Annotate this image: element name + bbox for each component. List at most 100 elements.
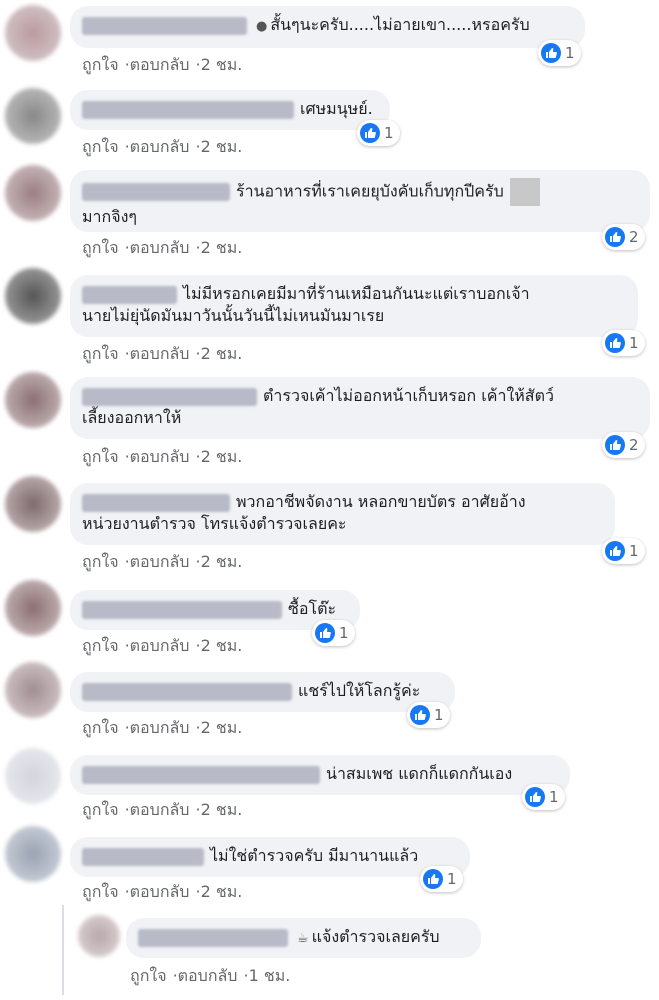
comment-text: สั้นๆนะครับ.....ไม่อายเขา.....หรอครับ: [270, 15, 530, 34]
avatar[interactable]: [5, 165, 61, 221]
reply-button[interactable]: ตอบกลับ: [130, 882, 190, 901]
like-button[interactable]: ถูกใจ: [82, 238, 119, 257]
reaction-count[interactable]: 1: [522, 784, 565, 810]
reaction-count[interactable]: 1: [602, 538, 645, 564]
like-reaction-icon: [605, 227, 625, 247]
avatar[interactable]: [5, 268, 61, 324]
commenter-name-redacted[interactable]: [82, 600, 282, 619]
reply-button[interactable]: ตอบกลับ: [130, 552, 190, 571]
reply-button[interactable]: ตอบกลับ: [130, 238, 190, 257]
reaction-count[interactable]: 1: [538, 40, 581, 66]
comment-timestamp[interactable]: 2 ชม.: [201, 552, 243, 571]
commenter-name-redacted[interactable]: [82, 493, 230, 512]
comment-bubble: ตำรวจเค้าไม่ออกหน้าเก็บหรอก เค้าให้สัตว์…: [70, 377, 650, 439]
reply-button[interactable]: ตอบกลับ: [130, 137, 190, 156]
comment-actions: ถูกใจ ·ตอบกลับ ·2 ชม.: [82, 716, 242, 741]
avatar[interactable]: [5, 580, 61, 636]
like-button[interactable]: ถูกใจ: [82, 447, 119, 466]
like-button[interactable]: ถูกใจ: [82, 344, 119, 363]
like-reaction-icon: [410, 705, 430, 725]
like-reaction-icon: [315, 623, 335, 643]
redacted-image-block: [509, 178, 540, 206]
comment-text: ไม่ใช่ตำรวจครับ มีมานานแล้ว: [210, 846, 419, 865]
comment-actions: ถูกใจ ·ตอบกลับ ·2 ชม.: [82, 236, 242, 261]
reaction-count-number: 1: [447, 870, 457, 888]
like-reaction-icon: [423, 869, 443, 889]
like-button[interactable]: ถูกใจ: [82, 800, 119, 819]
comment-timestamp[interactable]: 2 ชม.: [201, 137, 243, 156]
comment-text: เศษมนุษย์.: [300, 99, 373, 118]
reaction-count[interactable]: 1: [407, 702, 450, 728]
commenter-name-redacted[interactable]: [82, 682, 292, 701]
reaction-count[interactable]: 2: [602, 432, 645, 458]
like-button[interactable]: ถูกใจ: [82, 55, 119, 74]
reply-button[interactable]: ตอบกลับ: [130, 636, 190, 655]
comment-timestamp[interactable]: 2 ชม.: [201, 447, 243, 466]
commenter-name-redacted[interactable]: [82, 387, 257, 406]
reaction-count[interactable]: 1: [602, 330, 645, 356]
comment-text-line1: ร้านอาหารที่เราเคยยุบังคับเก็บทุกปีครับ: [236, 181, 504, 201]
comment-bubble: น่าสมเพช แดกก็แดกกันเอง: [70, 755, 570, 795]
comment-timestamp[interactable]: 2 ชม.: [201, 636, 243, 655]
comment-timestamp[interactable]: 1 ชม.: [249, 966, 291, 985]
commenter-name-redacted[interactable]: [82, 100, 294, 119]
commenter-name-redacted[interactable]: [82, 285, 177, 304]
comment-timestamp[interactable]: 2 ชม.: [201, 882, 243, 901]
reply-button[interactable]: ตอบกลับ: [130, 447, 190, 466]
comment-timestamp[interactable]: 2 ชม.: [201, 718, 243, 737]
comment-actions: ถูกใจ ·ตอบกลับ ·1 ชม.: [130, 964, 290, 989]
reaction-count[interactable]: 1: [420, 866, 463, 892]
reaction-count[interactable]: 1: [312, 620, 355, 646]
comment-text: ซื้อโต๊ะ: [288, 599, 337, 618]
comment-timestamp[interactable]: 2 ชม.: [201, 344, 243, 363]
comment-timestamp[interactable]: 2 ชม.: [201, 55, 243, 74]
like-reaction-icon: [605, 333, 625, 353]
commenter-name-redacted[interactable]: [82, 183, 230, 201]
avatar[interactable]: [78, 915, 120, 957]
like-button[interactable]: ถูกใจ: [82, 718, 119, 737]
comment-actions: ถูกใจ ·ตอบกลับ ·2 ชม.: [82, 880, 242, 905]
commenter-name-redacted[interactable]: [82, 847, 204, 866]
comment-text-line2: เลี้ยงออกหาให้: [82, 408, 182, 427]
commenter-name-redacted[interactable]: [82, 765, 320, 784]
avatar[interactable]: [5, 826, 61, 882]
reaction-count[interactable]: 1: [357, 120, 400, 146]
comment-actions: ถูกใจ ·ตอบกลับ ·2 ชม.: [82, 445, 242, 470]
comment-bubble: พวกอาชีพจัดงาน หลอกขายบัตร อาศัยอ้าง หน่…: [70, 483, 615, 545]
avatar[interactable]: [5, 662, 61, 718]
reaction-count-number: 1: [629, 334, 639, 352]
reply-thread-line: [62, 905, 64, 995]
reply-button[interactable]: ตอบกลับ: [130, 800, 190, 819]
reply-button[interactable]: ตอบกลับ: [130, 55, 190, 74]
like-reaction-icon: [605, 541, 625, 561]
comment-bubble: ● สั้นๆนะครับ.....ไม่อายเขา.....หรอครับ: [70, 6, 585, 48]
reply-button[interactable]: ตอบกลับ: [178, 966, 238, 985]
like-button[interactable]: ถูกใจ: [82, 636, 119, 655]
avatar[interactable]: [5, 88, 61, 144]
coffee-emoji-icon: ☕: [297, 931, 309, 946]
avatar[interactable]: [5, 372, 61, 428]
comment-actions: ถูกใจ ·ตอบกลับ ·2 ชม.: [82, 53, 242, 78]
comment-timestamp[interactable]: 2 ชม.: [201, 800, 243, 819]
comment-timestamp[interactable]: 2 ชม.: [201, 238, 243, 257]
comment-bubble: แชร์ไปให้โลกรู้ค่ะ: [70, 672, 455, 712]
comment-bubble: ไม่ใช่ตำรวจครับ มีมานานแล้ว: [70, 837, 470, 877]
like-button[interactable]: ถูกใจ: [82, 552, 119, 571]
comment-text: น่าสมเพช แดกก็แดกกันเอง: [326, 764, 513, 783]
like-button[interactable]: ถูกใจ: [82, 137, 119, 156]
comment-text-line2: นายไม่ยุ่นัดมันมาวันนั้นวันนี้ไม่เหนมันม…: [82, 306, 385, 325]
avatar[interactable]: [5, 476, 61, 532]
comment-actions: ถูกใจ ·ตอบกลับ ·2 ชม.: [82, 550, 242, 575]
like-button[interactable]: ถูกใจ: [82, 882, 119, 901]
reaction-count-number: 2: [629, 436, 639, 454]
comment-text-line1: ตำรวจเค้าไม่ออกหน้าเก็บหรอก เค้าให้สัตว์: [263, 386, 554, 405]
commenter-name-redacted[interactable]: [82, 16, 247, 35]
comment-text-line1: พวกอาชีพจัดงาน หลอกขายบัตร อาศัยอ้าง: [236, 492, 526, 511]
like-button[interactable]: ถูกใจ: [130, 966, 167, 985]
reply-button[interactable]: ตอบกลับ: [130, 344, 190, 363]
commenter-name-redacted[interactable]: [138, 928, 288, 947]
avatar[interactable]: [5, 748, 61, 804]
reply-button[interactable]: ตอบกลับ: [130, 718, 190, 737]
avatar[interactable]: [5, 5, 61, 61]
reaction-count[interactable]: 2: [602, 224, 645, 250]
